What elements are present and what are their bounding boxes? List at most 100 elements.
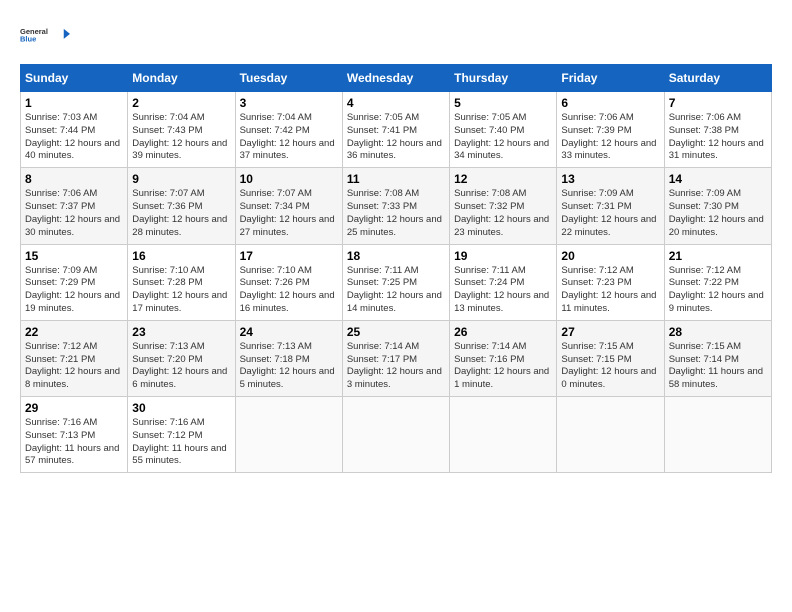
day-number: 13 [561, 172, 659, 186]
calendar-cell: 14 Sunrise: 7:09 AM Sunset: 7:30 PM Dayl… [664, 168, 771, 244]
cell-content: Sunrise: 7:09 AM Sunset: 7:30 PM Dayligh… [669, 188, 767, 239]
day-number: 1 [25, 96, 123, 110]
calendar-cell: 21 Sunrise: 7:12 AM Sunset: 7:22 PM Dayl… [664, 244, 771, 320]
cell-content: Sunrise: 7:16 AM Sunset: 7:12 PM Dayligh… [132, 417, 230, 468]
cell-content: Sunrise: 7:06 AM Sunset: 7:38 PM Dayligh… [669, 112, 767, 163]
cell-content: Sunrise: 7:08 AM Sunset: 7:32 PM Dayligh… [454, 188, 552, 239]
day-number: 17 [240, 249, 338, 263]
cell-content: Sunrise: 7:08 AM Sunset: 7:33 PM Dayligh… [347, 188, 445, 239]
day-number: 7 [669, 96, 767, 110]
day-number: 19 [454, 249, 552, 263]
logo: General Blue [20, 16, 70, 56]
calendar-week-row: 29 Sunrise: 7:16 AM Sunset: 7:13 PM Dayl… [21, 397, 772, 473]
day-number: 14 [669, 172, 767, 186]
calendar-cell: 1 Sunrise: 7:03 AM Sunset: 7:44 PM Dayli… [21, 92, 128, 168]
calendar-cell: 24 Sunrise: 7:13 AM Sunset: 7:18 PM Dayl… [235, 320, 342, 396]
calendar-cell: 7 Sunrise: 7:06 AM Sunset: 7:38 PM Dayli… [664, 92, 771, 168]
day-number: 29 [25, 401, 123, 415]
calendar-cell [235, 397, 342, 473]
calendar-cell: 28 Sunrise: 7:15 AM Sunset: 7:14 PM Dayl… [664, 320, 771, 396]
cell-content: Sunrise: 7:06 AM Sunset: 7:39 PM Dayligh… [561, 112, 659, 163]
calendar-cell: 13 Sunrise: 7:09 AM Sunset: 7:31 PM Dayl… [557, 168, 664, 244]
cell-content: Sunrise: 7:12 AM Sunset: 7:21 PM Dayligh… [25, 341, 123, 392]
calendar-cell: 27 Sunrise: 7:15 AM Sunset: 7:15 PM Dayl… [557, 320, 664, 396]
calendar-cell: 22 Sunrise: 7:12 AM Sunset: 7:21 PM Dayl… [21, 320, 128, 396]
day-number: 30 [132, 401, 230, 415]
calendar-table: SundayMondayTuesdayWednesdayThursdayFrid… [20, 64, 772, 473]
calendar-cell: 26 Sunrise: 7:14 AM Sunset: 7:16 PM Dayl… [450, 320, 557, 396]
cell-content: Sunrise: 7:07 AM Sunset: 7:34 PM Dayligh… [240, 188, 338, 239]
day-number: 20 [561, 249, 659, 263]
calendar-cell: 8 Sunrise: 7:06 AM Sunset: 7:37 PM Dayli… [21, 168, 128, 244]
calendar-cell: 15 Sunrise: 7:09 AM Sunset: 7:29 PM Dayl… [21, 244, 128, 320]
weekday-header: Tuesday [235, 65, 342, 92]
cell-content: Sunrise: 7:12 AM Sunset: 7:23 PM Dayligh… [561, 265, 659, 316]
day-number: 10 [240, 172, 338, 186]
calendar-cell: 16 Sunrise: 7:10 AM Sunset: 7:28 PM Dayl… [128, 244, 235, 320]
calendar-week-row: 22 Sunrise: 7:12 AM Sunset: 7:21 PM Dayl… [21, 320, 772, 396]
cell-content: Sunrise: 7:13 AM Sunset: 7:20 PM Dayligh… [132, 341, 230, 392]
cell-content: Sunrise: 7:15 AM Sunset: 7:14 PM Dayligh… [669, 341, 767, 392]
day-number: 12 [454, 172, 552, 186]
weekday-header-row: SundayMondayTuesdayWednesdayThursdayFrid… [21, 65, 772, 92]
day-number: 8 [25, 172, 123, 186]
cell-content: Sunrise: 7:10 AM Sunset: 7:26 PM Dayligh… [240, 265, 338, 316]
day-number: 16 [132, 249, 230, 263]
cell-content: Sunrise: 7:14 AM Sunset: 7:17 PM Dayligh… [347, 341, 445, 392]
cell-content: Sunrise: 7:11 AM Sunset: 7:25 PM Dayligh… [347, 265, 445, 316]
cell-content: Sunrise: 7:14 AM Sunset: 7:16 PM Dayligh… [454, 341, 552, 392]
cell-content: Sunrise: 7:15 AM Sunset: 7:15 PM Dayligh… [561, 341, 659, 392]
calendar-cell [450, 397, 557, 473]
calendar-cell: 25 Sunrise: 7:14 AM Sunset: 7:17 PM Dayl… [342, 320, 449, 396]
cell-content: Sunrise: 7:03 AM Sunset: 7:44 PM Dayligh… [25, 112, 123, 163]
day-number: 2 [132, 96, 230, 110]
calendar-week-row: 15 Sunrise: 7:09 AM Sunset: 7:29 PM Dayl… [21, 244, 772, 320]
day-number: 21 [669, 249, 767, 263]
calendar-cell: 11 Sunrise: 7:08 AM Sunset: 7:33 PM Dayl… [342, 168, 449, 244]
day-number: 11 [347, 172, 445, 186]
calendar-cell: 20 Sunrise: 7:12 AM Sunset: 7:23 PM Dayl… [557, 244, 664, 320]
day-number: 27 [561, 325, 659, 339]
day-number: 4 [347, 96, 445, 110]
cell-content: Sunrise: 7:13 AM Sunset: 7:18 PM Dayligh… [240, 341, 338, 392]
calendar-cell: 23 Sunrise: 7:13 AM Sunset: 7:20 PM Dayl… [128, 320, 235, 396]
cell-content: Sunrise: 7:12 AM Sunset: 7:22 PM Dayligh… [669, 265, 767, 316]
day-number: 18 [347, 249, 445, 263]
weekday-header: Friday [557, 65, 664, 92]
cell-content: Sunrise: 7:11 AM Sunset: 7:24 PM Dayligh… [454, 265, 552, 316]
day-number: 24 [240, 325, 338, 339]
day-number: 9 [132, 172, 230, 186]
cell-content: Sunrise: 7:04 AM Sunset: 7:42 PM Dayligh… [240, 112, 338, 163]
cell-content: Sunrise: 7:05 AM Sunset: 7:40 PM Dayligh… [454, 112, 552, 163]
weekday-header: Sunday [21, 65, 128, 92]
weekday-header: Thursday [450, 65, 557, 92]
calendar-cell: 12 Sunrise: 7:08 AM Sunset: 7:32 PM Dayl… [450, 168, 557, 244]
calendar-cell: 3 Sunrise: 7:04 AM Sunset: 7:42 PM Dayli… [235, 92, 342, 168]
day-number: 28 [669, 325, 767, 339]
svg-text:Blue: Blue [20, 34, 36, 43]
day-number: 25 [347, 325, 445, 339]
calendar-cell [557, 397, 664, 473]
calendar-cell: 5 Sunrise: 7:05 AM Sunset: 7:40 PM Dayli… [450, 92, 557, 168]
day-number: 26 [454, 325, 552, 339]
calendar-cell: 9 Sunrise: 7:07 AM Sunset: 7:36 PM Dayli… [128, 168, 235, 244]
weekday-header: Monday [128, 65, 235, 92]
cell-content: Sunrise: 7:09 AM Sunset: 7:29 PM Dayligh… [25, 265, 123, 316]
calendar-cell: 30 Sunrise: 7:16 AM Sunset: 7:12 PM Dayl… [128, 397, 235, 473]
calendar-week-row: 8 Sunrise: 7:06 AM Sunset: 7:37 PM Dayli… [21, 168, 772, 244]
calendar-cell: 29 Sunrise: 7:16 AM Sunset: 7:13 PM Dayl… [21, 397, 128, 473]
cell-content: Sunrise: 7:10 AM Sunset: 7:28 PM Dayligh… [132, 265, 230, 316]
calendar-cell: 4 Sunrise: 7:05 AM Sunset: 7:41 PM Dayli… [342, 92, 449, 168]
calendar-cell: 17 Sunrise: 7:10 AM Sunset: 7:26 PM Dayl… [235, 244, 342, 320]
cell-content: Sunrise: 7:06 AM Sunset: 7:37 PM Dayligh… [25, 188, 123, 239]
weekday-header: Saturday [664, 65, 771, 92]
calendar-cell: 2 Sunrise: 7:04 AM Sunset: 7:43 PM Dayli… [128, 92, 235, 168]
calendar-cell: 10 Sunrise: 7:07 AM Sunset: 7:34 PM Dayl… [235, 168, 342, 244]
calendar-cell [342, 397, 449, 473]
day-number: 6 [561, 96, 659, 110]
cell-content: Sunrise: 7:04 AM Sunset: 7:43 PM Dayligh… [132, 112, 230, 163]
calendar-cell: 18 Sunrise: 7:11 AM Sunset: 7:25 PM Dayl… [342, 244, 449, 320]
day-number: 23 [132, 325, 230, 339]
calendar-cell: 19 Sunrise: 7:11 AM Sunset: 7:24 PM Dayl… [450, 244, 557, 320]
logo-svg: General Blue [20, 16, 70, 56]
